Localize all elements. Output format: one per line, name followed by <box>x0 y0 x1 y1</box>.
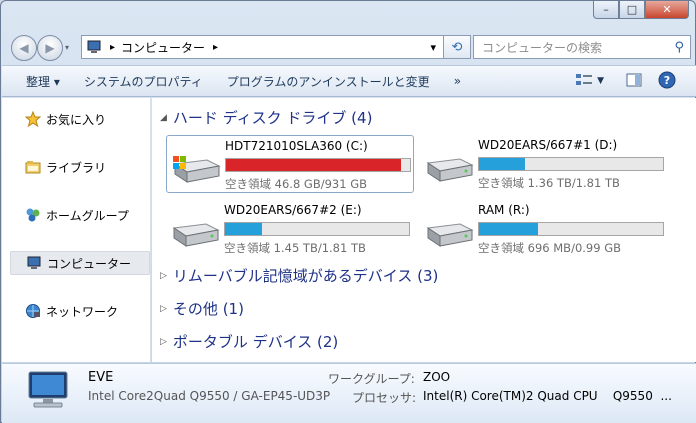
recent-pages-dropdown[interactable]: ▾ <box>65 43 69 52</box>
drive-free-space: 空き領域 696 MB/0.99 GB <box>478 241 622 255</box>
group-title: リムーバブル記憶域があるデバイス (3) <box>172 267 439 285</box>
sidebar-item-network[interactable]: ネットワーク <box>10 299 150 323</box>
drive-name: HDT721010SLA360 (C:) <box>225 139 368 153</box>
network-icon <box>24 303 42 319</box>
more-commands-button[interactable]: » <box>442 69 473 93</box>
drive-usage-bar <box>225 158 411 172</box>
drive-icon <box>424 214 474 248</box>
drive-usage-bar <box>478 222 664 236</box>
caption-buttons: – □ ✕ <box>593 1 689 19</box>
computer-large-icon <box>26 370 72 413</box>
drive-free-space: 空き領域 1.36 TB/1.81 TB <box>478 176 620 190</box>
view-dropdown-icon: ▼ <box>597 76 604 86</box>
library-icon <box>24 160 42 174</box>
search-input[interactable]: コンピューターの検索 ⚲ <box>473 35 691 59</box>
workgroup-value: ZOO <box>423 370 451 384</box>
close-button[interactable]: ✕ <box>645 1 689 19</box>
drive-item-e[interactable]: WD20EARS/667#2 (E:) 空き領域 1.45 TB/1.81 TB <box>166 200 414 258</box>
processor-value: Intel(R) Core(TM)2 Quad CPU Q9550 ... <box>423 389 672 403</box>
help-icon: ? <box>658 71 676 92</box>
drive-free-space: 空き領域 1.45 TB/1.81 TB <box>224 241 366 255</box>
processor-label: プロセッサ: <box>352 391 417 405</box>
refresh-button[interactable]: ⟲ <box>443 35 471 59</box>
expand-arrow-icon: ▷ <box>160 303 167 314</box>
back-arrow-icon: ◀ <box>19 41 29 55</box>
address-bar[interactable]: ▸ コンピューター ▸ ▾ <box>81 35 471 59</box>
uninstall-program-button[interactable]: プログラムのアンインストールと変更 <box>215 69 442 93</box>
content-pane: ◢ ハード ディスク ドライブ (4) HDT721010SLA360 (C:)… <box>152 98 696 362</box>
search-icon: ⚲ <box>674 39 684 55</box>
back-button[interactable]: ◀ <box>11 35 37 61</box>
drive-usage-bar <box>478 157 664 171</box>
navigation-pane: お気に入り ライブラリ ホームグループ コンピューター ネットワーク <box>2 98 151 362</box>
expand-arrow-icon: ▷ <box>160 270 167 281</box>
group-title: その他 (1) <box>172 300 244 318</box>
system-properties-button[interactable]: システムのプロパティ <box>72 69 215 93</box>
group-header-hard-disk-drives[interactable]: ◢ ハード ディスク ドライブ (4) <box>160 107 372 128</box>
navigation-bar: ◀ ▶ ▾ ▸ コンピューター ▸ ▾ ⟲ コンピューターの検索 ⚲ <box>7 31 691 61</box>
homegroup-icon <box>24 207 42 223</box>
sidebar-item-label: コンピューター <box>47 256 132 271</box>
drive-icon <box>170 214 220 248</box>
breadcrumb-computer[interactable]: コンピューター <box>121 39 205 56</box>
computer-icon <box>25 256 43 270</box>
group-title: ポータブル デバイス (2) <box>172 333 339 351</box>
sidebar-item-favorites[interactable]: お気に入り <box>10 107 150 131</box>
computer-description: Intel Core2Quad Q9550 / GA-EP45-UD3P <box>88 389 331 403</box>
details-pane: EVE Intel Core2Quad Q9550 / GA-EP45-UD3P… <box>2 363 696 423</box>
breadcrumb-separator[interactable]: ▸ <box>110 42 115 53</box>
drive-item-d[interactable]: WD20EARS/667#1 (D:) 空き領域 1.36 TB/1.81 TB <box>420 135 668 193</box>
address-dropdown-button[interactable]: ▾ <box>430 41 436 54</box>
sidebar-item-homegroup[interactable]: ホームグループ <box>10 203 150 227</box>
refresh-icon: ⟲ <box>451 39 463 55</box>
explorer-window: – □ ✕ ◀ ▶ ▾ ▸ コンピューター ▸ ▾ ⟲ コンピューターの検索 ⚲… <box>0 0 696 423</box>
drive-item-r[interactable]: RAM (R:) 空き領域 696 MB/0.99 GB <box>420 200 668 258</box>
drive-name: WD20EARS/667#1 (D:) <box>478 138 618 152</box>
view-options-button[interactable]: ▼ <box>575 73 604 90</box>
group-header-removable-storage[interactable]: ▷ リムーバブル記憶域があるデバイス (3) <box>160 265 438 286</box>
sidebar-item-label: お気に入り <box>46 112 107 127</box>
group-header-portable-devices[interactable]: ▷ ポータブル デバイス (2) <box>160 331 338 352</box>
sidebar-item-computer[interactable]: コンピューター <box>10 251 150 275</box>
group-title: ハード ディスク ドライブ (4) <box>172 109 373 127</box>
help-button[interactable]: ? <box>658 71 676 92</box>
command-bar: 整理 ▾ システムのプロパティ プログラムのアンインストールと変更 » ▼ ? <box>2 65 696 97</box>
drive-usage-fill <box>225 223 262 235</box>
drive-usage-bar <box>224 222 410 236</box>
minimize-button[interactable]: – <box>593 1 619 19</box>
computer-small-icon <box>86 40 104 54</box>
forward-button[interactable]: ▶ <box>37 35 63 61</box>
drive-name: RAM (R:) <box>478 203 530 217</box>
drive-name: WD20EARS/667#2 (E:) <box>224 203 362 217</box>
breadcrumb-separator-end[interactable]: ▸ <box>213 42 218 53</box>
drive-usage-fill <box>479 158 525 170</box>
star-icon <box>24 111 42 127</box>
computer-name: EVE <box>88 370 114 385</box>
windows-drive-icon <box>171 150 221 184</box>
drive-free-space: 空き領域 46.8 GB/931 GB <box>225 177 367 191</box>
sidebar-item-label: ネットワーク <box>46 304 119 319</box>
preview-pane-icon <box>626 73 642 90</box>
sidebar-item-label: ホームグループ <box>46 208 129 223</box>
drive-usage-fill <box>226 159 401 171</box>
maximize-button[interactable]: □ <box>619 1 645 19</box>
drive-usage-fill <box>479 223 538 235</box>
sidebar-item-libraries[interactable]: ライブラリ <box>10 155 150 179</box>
organize-menu[interactable]: 整理 ▾ <box>14 69 72 93</box>
search-placeholder: コンピューターの検索 <box>482 40 603 55</box>
forward-arrow-icon: ▶ <box>45 41 55 55</box>
drive-item-c[interactable]: HDT721010SLA360 (C:) 空き領域 46.8 GB/931 GB <box>166 135 414 193</box>
group-header-other[interactable]: ▷ その他 (1) <box>160 298 244 319</box>
view-icon <box>575 73 593 90</box>
drive-icon <box>424 149 474 183</box>
sidebar-item-label: ライブラリ <box>46 160 107 175</box>
workgroup-label: ワークグループ: <box>328 372 415 386</box>
collapse-arrow-icon: ◢ <box>160 112 167 123</box>
preview-pane-button[interactable] <box>626 73 642 90</box>
svg-text:?: ? <box>664 74 670 87</box>
expand-arrow-icon: ▷ <box>160 336 167 347</box>
